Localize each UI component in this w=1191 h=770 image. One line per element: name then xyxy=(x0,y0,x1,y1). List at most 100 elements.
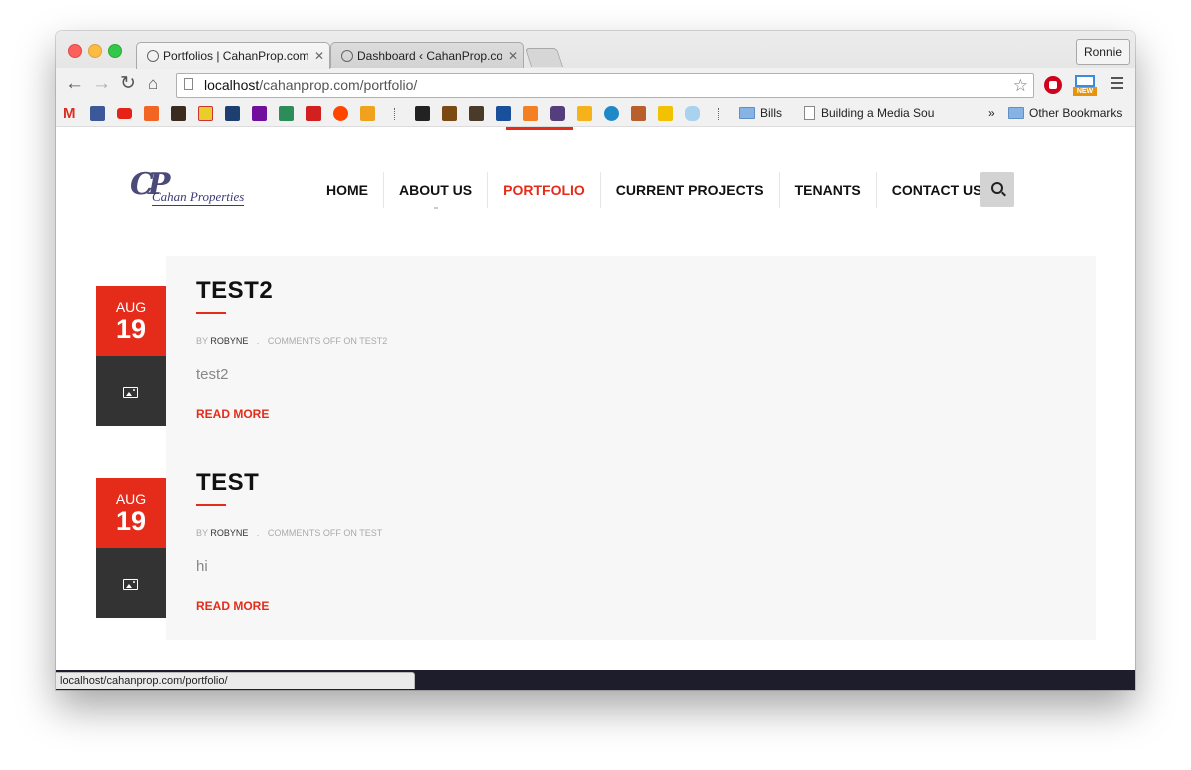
page-icon xyxy=(804,106,815,120)
nav-home[interactable]: HOME xyxy=(311,172,383,208)
close-tab-icon[interactable]: ✕ xyxy=(508,49,518,63)
meta-by: BY xyxy=(196,528,208,538)
browser-window: Portfolios | CahanProp.com ✕ Dashboard ‹… xyxy=(56,31,1135,690)
post-title[interactable]: TEST2 xyxy=(196,277,273,305)
folder-icon xyxy=(1008,107,1024,119)
youtube-icon[interactable] xyxy=(117,108,132,119)
dropdown-indicator-icon xyxy=(433,207,438,209)
bookmark-blue-icon[interactable] xyxy=(496,106,511,121)
drop-icon[interactable] xyxy=(604,106,619,121)
post-excerpt: hi xyxy=(196,558,208,575)
minimize-window-button[interactable] xyxy=(88,44,102,58)
facebook-icon[interactable] xyxy=(90,106,105,121)
box-icon[interactable] xyxy=(577,106,592,121)
status-bar-url: localhost/cahanprop.com/portfolio/ xyxy=(56,672,415,689)
bookmark-separator xyxy=(394,108,397,120)
bootstrap-icon[interactable] xyxy=(550,106,565,121)
chrome-menu-icon[interactable] xyxy=(1111,77,1123,92)
post-date: AUG 19 xyxy=(96,286,166,356)
forward-arrow-icon[interactable]: → xyxy=(92,74,111,94)
reddit-icon[interactable] xyxy=(333,106,348,121)
site-logo[interactable]: CP Cahan Properties xyxy=(130,167,245,207)
post-date: AUG 19 xyxy=(96,478,166,548)
title-underline xyxy=(196,312,226,314)
browser-toolbar: ← → ↻ ⌂ localhost/cahanprop.com/portfoli… xyxy=(56,68,1135,101)
bookmark-pen-icon[interactable] xyxy=(415,106,430,121)
puzzle-icon[interactable] xyxy=(306,106,321,121)
home-icon[interactable]: ⌂ xyxy=(148,74,158,94)
folder-icon xyxy=(739,107,755,119)
wordpress-icon xyxy=(147,50,159,62)
monkey-icon[interactable] xyxy=(631,106,646,121)
reload-icon[interactable]: ↻ xyxy=(120,74,136,94)
wf-icon[interactable] xyxy=(198,106,213,121)
gmail-icon[interactable]: M xyxy=(63,106,78,121)
nav-portfolio[interactable]: PORTFOLIO xyxy=(487,172,600,208)
post-comments: COMMENTS OFF ON TEST2 xyxy=(267,336,388,346)
cloud-icon[interactable] xyxy=(685,106,700,121)
post-meta: BY ROBYNE . COMMENTS OFF ON TEST xyxy=(196,528,383,538)
close-window-button[interactable] xyxy=(68,44,82,58)
bookmarks-overflow-button[interactable]: » xyxy=(988,106,995,121)
bookmark-bills[interactable]: Bills xyxy=(760,106,782,121)
tab-title: Portfolios | CahanProp.com xyxy=(163,49,308,63)
post-meta: BY ROBYNE . COMMENTS OFF ON TEST2 xyxy=(196,336,388,346)
bookmark-star-icon[interactable]: ☆ xyxy=(1013,74,1028,97)
web-page: CP Cahan Properties HOME ABOUT US PORTFO… xyxy=(56,127,1135,690)
bookmarks-bar: M Bills Building a Media Sou » Other Boo… xyxy=(56,101,1135,126)
bookmark-separator xyxy=(718,108,721,120)
browser-chrome: Portfolios | CahanProp.com ✕ Dashboard ‹… xyxy=(56,31,1135,128)
bookmark-hook-icon[interactable] xyxy=(442,106,457,121)
nav-about-us[interactable]: ABOUT US xyxy=(383,172,487,209)
post-item: AUG 19 TEST2 BY ROBYNE . COMMENTS OFF ON… xyxy=(96,277,1096,426)
read-more-link[interactable]: READ MORE xyxy=(196,407,269,421)
search-button[interactable] xyxy=(980,172,1014,207)
extension-new-icon[interactable]: NEW xyxy=(1073,75,1097,97)
wordpress-icon xyxy=(341,50,353,62)
bookmark-book-icon[interactable] xyxy=(469,106,484,121)
post-format-box[interactable] xyxy=(96,356,166,426)
meta-by: BY xyxy=(196,336,208,346)
back-arrow-icon[interactable]: ← xyxy=(65,74,84,94)
new-badge: NEW xyxy=(1073,87,1097,96)
read-more-link[interactable]: READ MORE xyxy=(196,599,269,613)
post-day: 19 xyxy=(115,314,147,344)
stackoverflow-icon[interactable] xyxy=(523,106,538,121)
title-underline xyxy=(196,504,226,506)
bookmark-other-bookmarks[interactable]: Other Bookmarks xyxy=(1029,106,1122,121)
post-title[interactable]: TEST xyxy=(196,469,259,497)
post-day: 19 xyxy=(115,506,147,536)
adblock-icon[interactable] xyxy=(1044,76,1062,94)
soundcloud-icon[interactable] xyxy=(144,106,159,121)
post-comments: COMMENTS OFF ON TEST xyxy=(267,528,383,538)
post-author[interactable]: ROBYNE xyxy=(210,336,248,346)
post-item: AUG 19 TEST BY ROBYNE . COMMENTS OFF ON … xyxy=(96,469,1096,618)
nav-about-us-label: ABOUT US xyxy=(399,182,473,198)
active-nav-indicator xyxy=(506,127,573,130)
address-bar[interactable]: localhost/cahanprop.com/portfolio/ ☆ xyxy=(176,73,1034,98)
close-tab-icon[interactable]: ✕ xyxy=(314,49,324,63)
yahoo-icon[interactable] xyxy=(252,106,267,121)
new-tab-button[interactable] xyxy=(524,48,564,67)
main-nav: HOME ABOUT US PORTFOLIO CURRENT PROJECTS… xyxy=(311,172,997,209)
post-format-box[interactable] xyxy=(96,548,166,618)
nav-current-projects[interactable]: CURRENT PROJECTS xyxy=(599,172,779,208)
post-excerpt: test2 xyxy=(196,366,229,383)
zoom-window-button[interactable] xyxy=(108,44,122,58)
amazon-icon[interactable] xyxy=(360,106,375,121)
post-month: AUG xyxy=(115,491,147,507)
nav-tenants[interactable]: TENANTS xyxy=(778,172,876,208)
eye-icon[interactable] xyxy=(225,106,240,121)
page-icon xyxy=(184,78,193,90)
tab-portfolios[interactable]: Portfolios | CahanProp.com ✕ xyxy=(136,42,330,69)
lock-icon[interactable] xyxy=(658,106,673,121)
bookmark-b-icon[interactable] xyxy=(171,106,186,121)
bookmark-i-icon[interactable] xyxy=(279,106,294,121)
image-icon xyxy=(123,579,138,590)
search-icon xyxy=(991,182,1003,194)
profile-button[interactable]: Ronnie xyxy=(1075,39,1130,65)
bookmark-media-source[interactable]: Building a Media Sou xyxy=(821,106,936,121)
tab-dashboard[interactable]: Dashboard ‹ CahanProp.com ✕ xyxy=(330,42,524,69)
image-icon xyxy=(123,387,138,398)
post-author[interactable]: ROBYNE xyxy=(210,528,248,538)
